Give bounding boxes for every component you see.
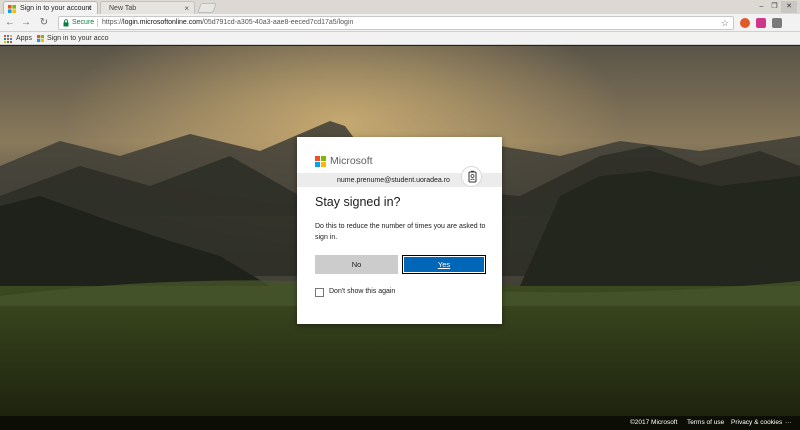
bookmark-star-icon[interactable]: ☆	[721, 17, 729, 29]
tab-title: New Tab	[109, 5, 137, 12]
microsoft-favicon-icon	[37, 35, 44, 42]
tab-strip: Sign in to your account × New Tab × – ❐ …	[0, 0, 800, 14]
forward-icon[interactable]: →	[20, 16, 32, 30]
privacy-cookies-link[interactable]: Privacy & cookies	[731, 416, 782, 430]
bookmark-sign-in[interactable]: Sign in to your acco	[47, 32, 108, 45]
terms-of-use-link[interactable]: Terms of use	[687, 416, 724, 430]
yes-button[interactable]: Yes	[402, 255, 486, 274]
reload-icon[interactable]: ↻	[38, 16, 50, 30]
url-host: login.microsoftonline.com	[123, 19, 202, 26]
url-text: https://login.microsoftonline.com/05d791…	[102, 17, 353, 29]
stay-signed-in-dialog: Microsoft nume.prenume@student.uoradea.r…	[297, 137, 502, 324]
minimize-icon[interactable]: –	[755, 1, 768, 13]
copyright-text: ©2017 Microsoft	[630, 419, 678, 426]
account-badge-icon	[461, 166, 482, 187]
url-path: /05d791cd-a305-40a3-aae8-eeced7cd17a5/lo…	[202, 19, 354, 26]
dont-show-again-checkbox[interactable]	[315, 288, 324, 297]
lock-icon	[63, 19, 69, 27]
no-button[interactable]: No	[315, 255, 398, 274]
back-icon[interactable]: ←	[4, 16, 16, 30]
bookmark-apps[interactable]: Apps	[16, 32, 32, 45]
bookmarks-bar: Apps Sign in to your acco	[0, 32, 800, 45]
maximize-icon[interactable]: ❐	[768, 1, 781, 13]
address-separator	[97, 19, 98, 27]
dont-show-again-label[interactable]: Don't show this again	[329, 288, 395, 295]
dialog-description: Do this to reduce the number of times yo…	[315, 223, 486, 241]
url-scheme: https://	[102, 19, 124, 26]
extension-orange-icon[interactable]	[740, 18, 750, 28]
secure-label: Secure	[72, 19, 95, 26]
browser-toolbar: ← → ↻ Secure https://login.microsoftonli…	[0, 14, 800, 32]
dialog-title: Stay signed in?	[315, 195, 401, 209]
new-tab-button[interactable]	[197, 3, 217, 13]
microsoft-brand-text: Microsoft	[330, 155, 373, 167]
extension-pink-icon[interactable]	[756, 18, 766, 28]
tab-sign-in[interactable]: Sign in to your account ×	[3, 1, 98, 14]
more-options-icon[interactable]: ···	[785, 416, 792, 430]
apps-grid-icon	[4, 35, 12, 43]
account-email: nume.prenume@student.uoradea.ro	[337, 177, 450, 184]
tab-new-tab[interactable]: New Tab ×	[100, 1, 195, 14]
address-bar[interactable]: Secure https://login.microsoftonline.com…	[58, 16, 734, 30]
window-controls: – ❐ ✕	[755, 1, 797, 13]
microsoft-logo-icon	[315, 156, 326, 167]
close-window-icon[interactable]: ✕	[781, 1, 797, 13]
page-footer: ©2017 Microsoft Terms of use Privacy & c…	[0, 416, 800, 430]
extension-profile-icon[interactable]	[772, 18, 782, 28]
tab-title: Sign in to your account	[20, 5, 92, 12]
microsoft-favicon-icon	[8, 5, 16, 13]
